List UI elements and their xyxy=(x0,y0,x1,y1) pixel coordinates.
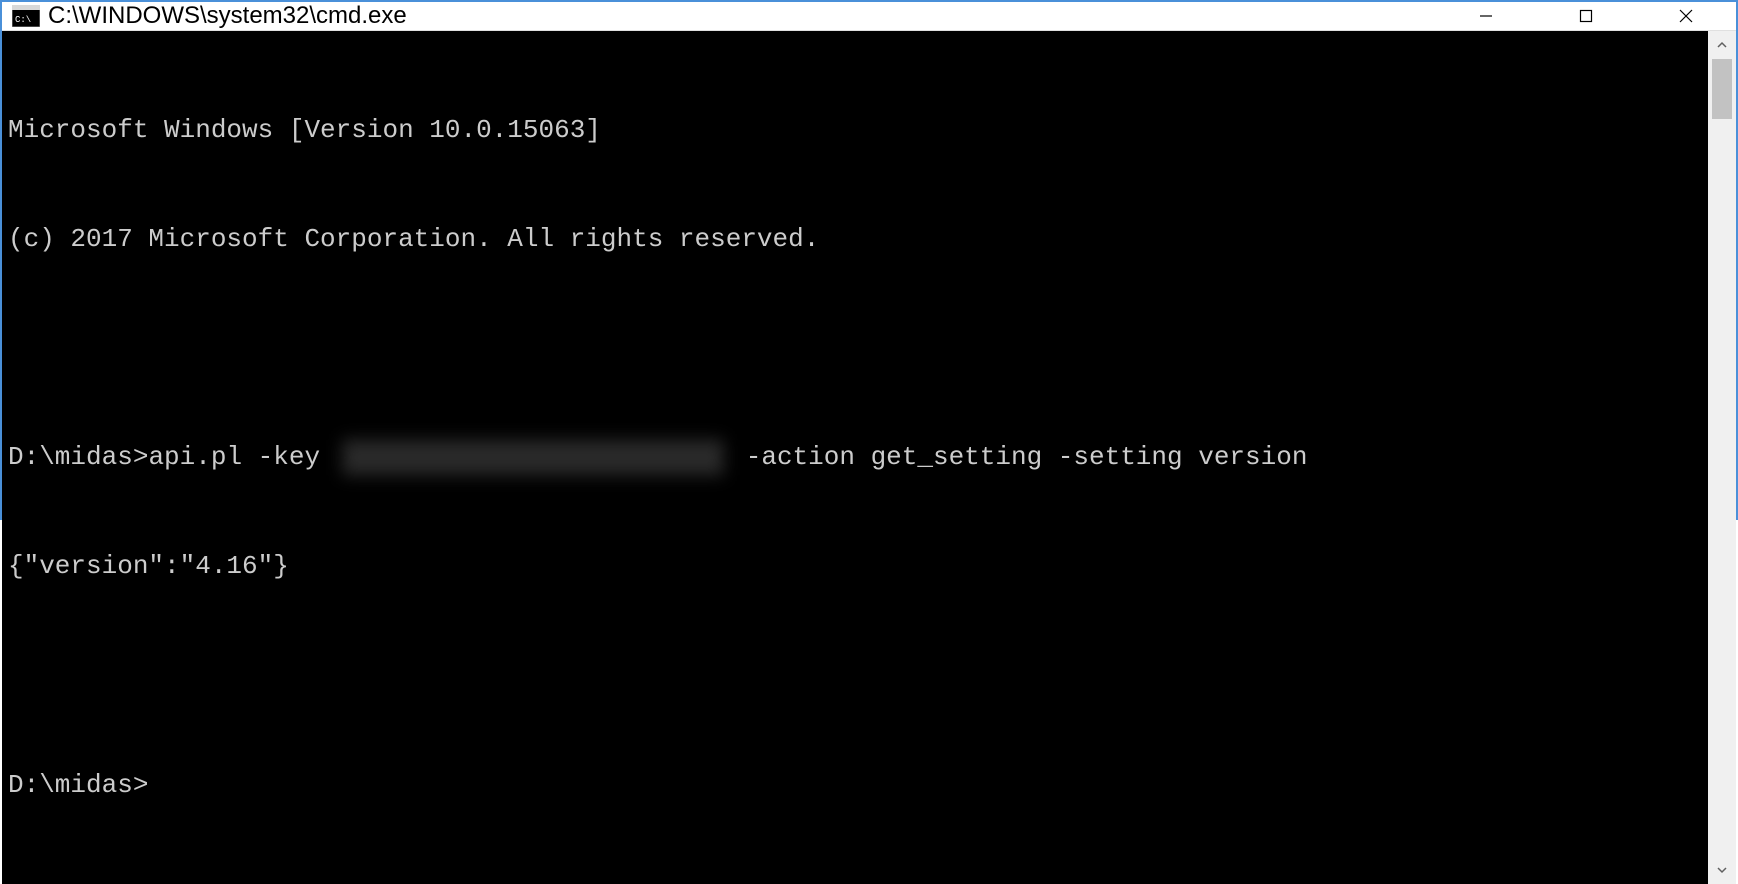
terminal-output[interactable]: Microsoft Windows [Version 10.0.15063] (… xyxy=(2,31,1708,884)
prompt: D:\midas> xyxy=(8,439,148,475)
svg-text:C:\: C:\ xyxy=(15,15,31,25)
content-area: Microsoft Windows [Version 10.0.15063] (… xyxy=(2,31,1736,884)
command-pre: api.pl -key xyxy=(148,439,335,475)
scroll-thumb[interactable] xyxy=(1712,59,1732,119)
terminal-line: (c) 2017 Microsoft Corporation. All righ… xyxy=(8,221,1708,257)
terminal-blank xyxy=(8,658,1708,694)
terminal-command-line: D:\midas>api.pl -key xxxxxxxxxxxxxxxxxxx… xyxy=(8,439,1708,475)
vertical-scrollbar[interactable] xyxy=(1708,31,1736,884)
scroll-down-arrow-icon[interactable] xyxy=(1708,856,1736,884)
terminal-output-line: {"version":"4.16"} xyxy=(8,548,1708,584)
terminal-prompt: D:\midas> xyxy=(8,767,1708,803)
window-title: C:\WINDOWS\system32\cmd.exe xyxy=(48,2,1436,30)
close-button[interactable] xyxy=(1636,2,1736,30)
titlebar[interactable]: C:\ C:\WINDOWS\system32\cmd.exe xyxy=(2,2,1736,31)
scroll-up-arrow-icon[interactable] xyxy=(1708,31,1736,59)
scroll-track[interactable] xyxy=(1708,59,1736,856)
window-controls xyxy=(1436,2,1736,30)
redacted-key: xxxxxxxxxxxxxxxxxxxxxxxx xyxy=(342,439,724,475)
command-post: -action get_setting -setting version xyxy=(730,439,1307,475)
terminal-line: Microsoft Windows [Version 10.0.15063] xyxy=(8,112,1708,148)
terminal-blank xyxy=(8,330,1708,366)
maximize-button[interactable] xyxy=(1536,2,1636,30)
cmd-icon: C:\ xyxy=(12,4,40,28)
minimize-button[interactable] xyxy=(1436,2,1536,30)
